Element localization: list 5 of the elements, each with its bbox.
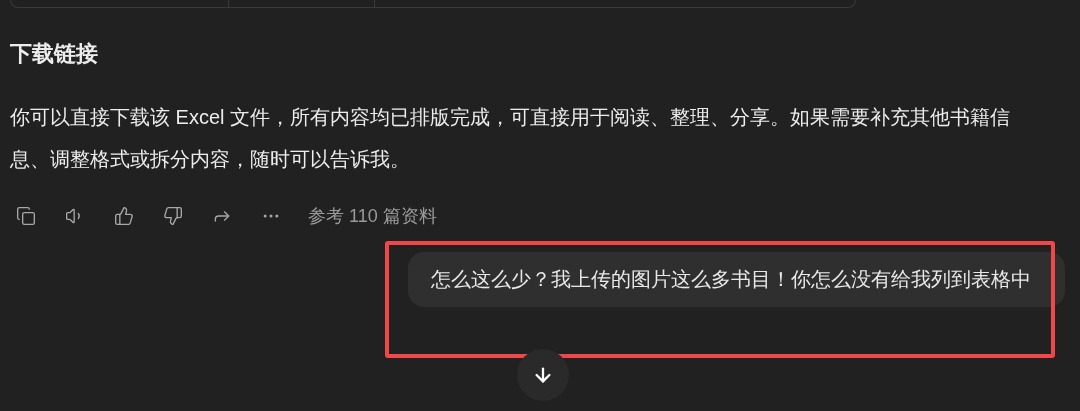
answer-paragraph: 你可以直接下载该 Excel 文件，所有内容均已排版完成，可直接用于阅读、整理、分享。如果需要补充其他书籍信息、调整格式或拆分内容，随时可以告诉我。 [10,105,1012,172]
user-message-bubble: 怎么这么少？我上传的图片这么多书目！你怎么没有给我列到表格中 [408,252,1065,307]
section-heading: 下载链接 [10,40,98,68]
scroll-down-button[interactable] [517,349,569,401]
sources-link[interactable]: 参考 110 篇资料 [308,202,437,230]
